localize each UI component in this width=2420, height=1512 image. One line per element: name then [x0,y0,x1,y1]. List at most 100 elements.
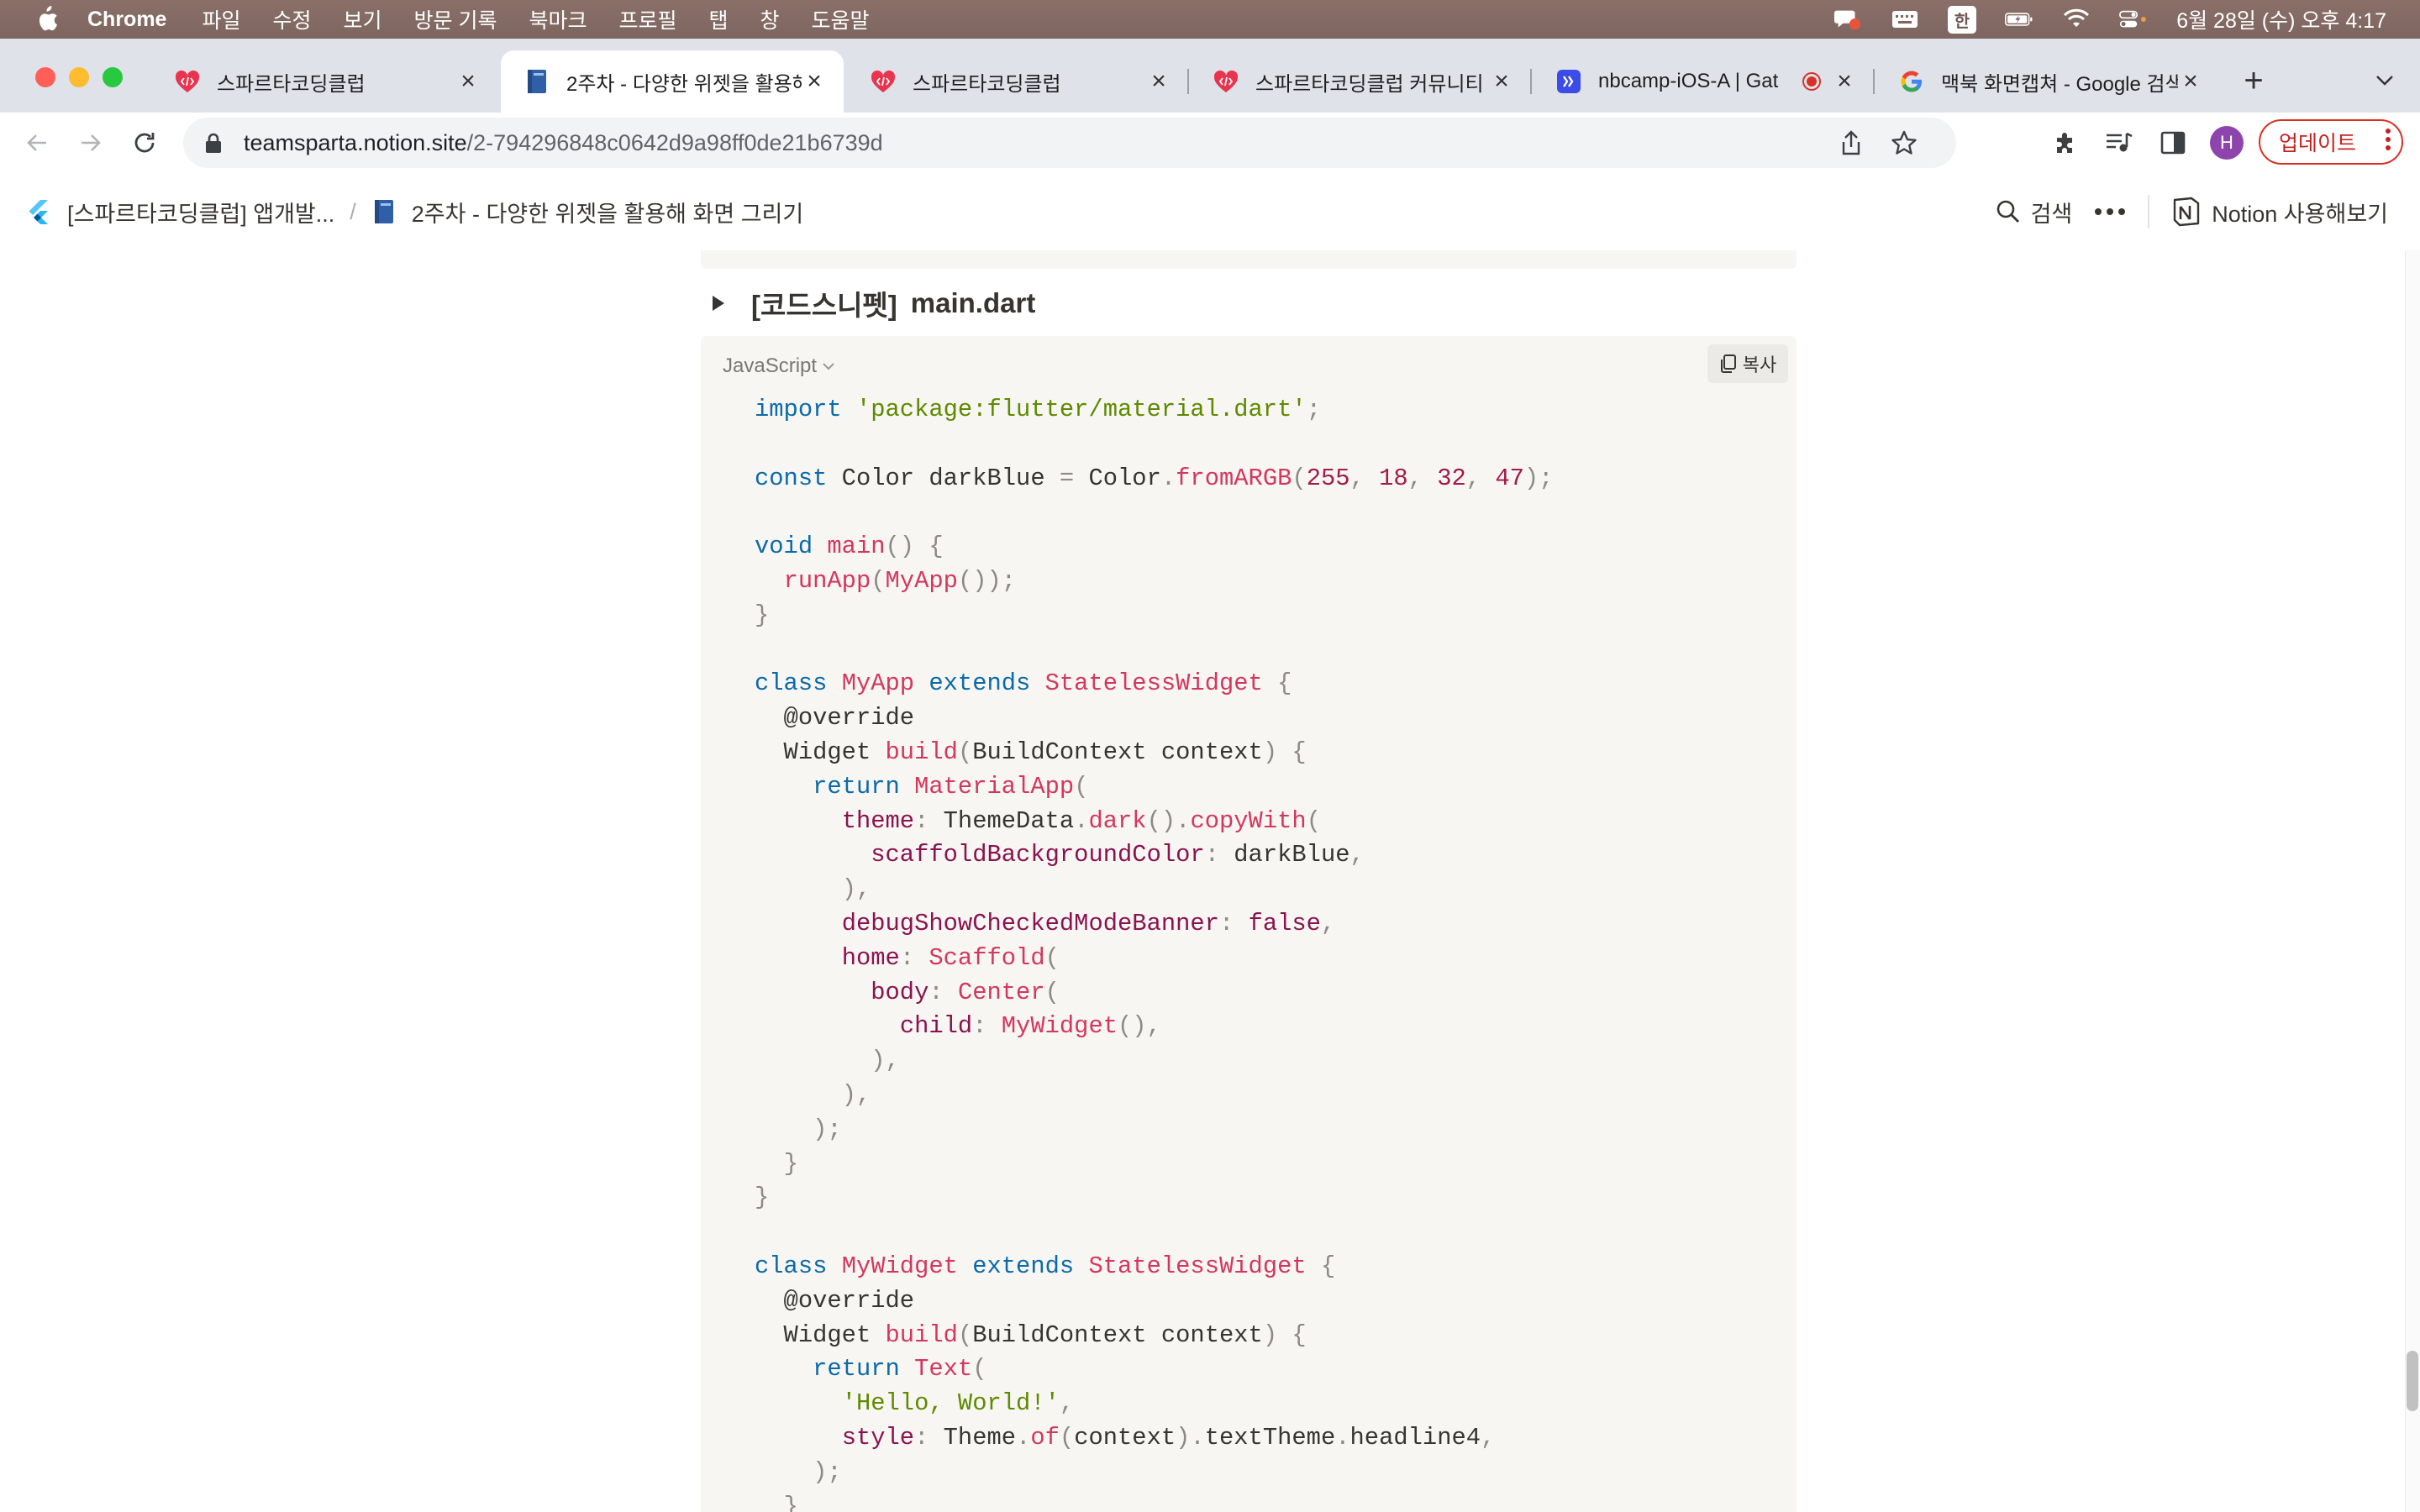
back-arrow-icon[interactable] [18,124,55,161]
menubar-item-history[interactable]: 방문 기록 [414,4,497,34]
side-panel-icon[interactable] [2158,128,2188,158]
try-notion-link[interactable]: Notion 사용해보기 [2212,196,2388,228]
sparta-logo-icon [175,69,200,94]
page-scrollbar-thumb[interactable] [2407,1351,2418,1411]
input-source-indicator[interactable]: 한 [1947,5,1977,34]
menubar-item-edit[interactable]: 수정 [272,4,311,34]
forward-arrow-icon[interactable] [72,124,109,161]
menubar-item-tab[interactable]: 탭 [709,4,729,34]
search-button-label[interactable]: 검색 [2031,196,2073,228]
menubar-item-view[interactable]: 보기 [344,4,382,34]
more-options-icon[interactable] [2094,207,2126,216]
tab-close-icon[interactable]: × [1832,67,1857,95]
code-token: scaffoldBackgroundColor [871,841,1205,869]
address-bar[interactable]: teamsparta.notion.site/2-794296848c0642d… [183,118,1956,168]
tab-close-icon[interactable]: × [455,67,481,95]
code-token: : [899,943,915,972]
code-token: darkBlue [1219,841,1350,869]
menubar-item-bookmarks[interactable]: 북마크 [529,4,587,34]
window-close-button[interactable] [35,67,55,87]
tab-search-chevron-icon[interactable] [2368,64,2402,97]
code-token: ( [1074,772,1089,801]
lock-icon[interactable] [202,131,225,155]
search-icon[interactable] [1996,199,2021,224]
code-token: build [885,1320,958,1349]
code-line: return MaterialApp( [755,770,1553,805]
copy-code-button[interactable]: 복사 [1707,344,1788,383]
menubar-clock[interactable]: 6월 28일 (수) 오후 4:17 [2176,4,2386,34]
code-token: 'package:flutter/material.dart' [855,396,1307,423]
page-scrollbar-track[interactable] [2405,250,2420,1512]
menubar-item-window[interactable]: 창 [760,4,780,34]
extensions-puzzle-icon[interactable] [2050,128,2081,158]
code-line: return Text( [755,1352,1553,1387]
chevron-down-icon [822,361,835,371]
menubar-item-file[interactable]: 파일 [202,4,240,34]
code-token: MyWidget [1001,1012,1118,1041]
code-language-label: JavaScript [723,354,818,377]
breadcrumb-parent[interactable]: [스파르타코딩클럽] 앱개발... [67,196,334,228]
media-queue-icon[interactable] [2104,128,2134,158]
tab-close-icon[interactable]: × [1489,67,1514,95]
code-token: headline4 [1349,1423,1481,1452]
tab-close-icon[interactable]: × [2178,67,2203,95]
code-line: ); [755,1456,1553,1490]
code-line: const Color darkBlue = Color.fromARGB(25… [755,462,1553,496]
browser-tab[interactable]: 스파르타코딩클럽 × [151,50,497,113]
more-vertical-icon[interactable] [2385,127,2391,158]
tab-close-icon[interactable]: × [1146,67,1171,95]
reload-icon[interactable] [126,124,163,161]
browser-tab[interactable]: 맥북 화면캡쳐 - Google 검색 × [1876,50,2220,113]
sparta-logo-icon [1213,69,1239,94]
previous-block-bottom [701,250,1797,269]
code-content[interactable]: import 'package:flutter/material.dart'; … [755,393,1553,1512]
keyboard-icon[interactable] [1891,8,1919,30]
window-zoom-button[interactable] [103,67,123,87]
code-token: copyWith [1190,806,1307,835]
code-token: MyWidget [841,1252,958,1280]
code-token: fromARGB [1176,464,1292,492]
tab-close-icon[interactable]: × [802,67,827,95]
window-minimize-button[interactable] [69,67,89,87]
toggle-triangle-icon[interactable] [711,294,736,312]
battery-icon[interactable] [2005,8,2033,30]
apple-menu-icon[interactable] [34,5,59,34]
browser-tab-active[interactable]: 2주차 - 다양한 위젯을 활용해 × [501,50,844,113]
bookmark-star-icon[interactable] [1891,129,1918,162]
toggle-block-code-snippet[interactable]: [코드스니펫] main.dart [701,284,1035,323]
sparta-logo-icon [871,69,896,94]
code-language-selector[interactable]: JavaScript [723,354,835,378]
code-token: BuildContext context [972,1320,1263,1349]
browser-tab[interactable]: 스파르타코딩클럽 커뮤니티 | × [1190,50,1532,113]
code-line: Widget build(BuildContext context) { [755,1319,1553,1353]
code-token: = [1059,464,1075,492]
menubar-app-name[interactable]: Chrome [87,8,166,32]
wifi-icon[interactable] [2062,8,2091,30]
menubar-item-help[interactable]: 도움말 [812,4,870,34]
code-token: Text [914,1355,973,1383]
browser-tab[interactable]: nbcamp-iOS-A | Gat × [1533,50,1875,113]
code-token: build [885,738,958,766]
menubar-item-profiles[interactable]: 프로필 [618,4,676,34]
browser-toolbar: teamsparta.notion.site/2-794296848c0642d… [0,113,2420,174]
code-block[interactable]: JavaScript 복사 import 'package:flutter/ma… [701,336,1797,1512]
browser-tab[interactable]: 스파르타코딩클럽 × [847,50,1189,113]
control-center-icon[interactable] [2119,8,2148,30]
share-icon[interactable] [1839,129,1864,162]
code-token: StatelessWidget [1088,1252,1307,1280]
code-token: Scaffold [929,943,1045,972]
new-tab-button[interactable]: + [2235,62,2272,99]
profile-avatar[interactable]: H [2210,126,2244,160]
talk-bubble-icon[interactable] [1833,8,1862,30]
update-chrome-button[interactable]: 업데이트 [2259,119,2403,165]
breadcrumb-current[interactable]: 2주차 - 다양한 위젯을 활용해 화면 그리기 [412,196,803,228]
